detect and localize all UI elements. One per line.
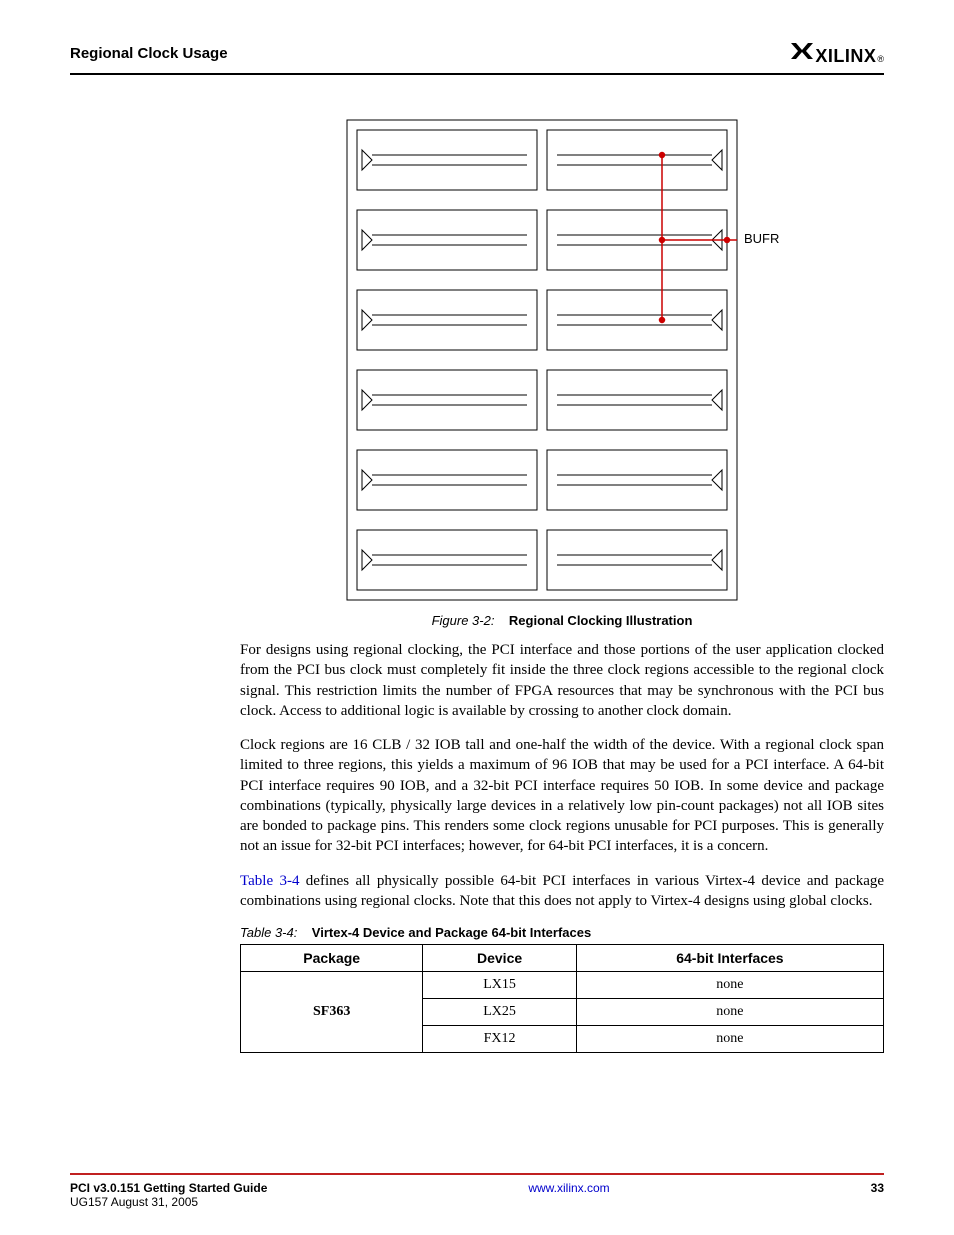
- table-3-4-link[interactable]: Table 3-4: [240, 873, 299, 889]
- section-title: Regional Clock Usage: [70, 45, 228, 62]
- page-footer: PCI v3.0.151 Getting Started Guide UG157…: [70, 1173, 884, 1209]
- xilinx-x-icon: [791, 40, 813, 62]
- paragraph-1: For designs using regional clocking, the…: [240, 640, 884, 721]
- doc-id: UG157 August 31, 2005: [70, 1195, 267, 1209]
- cell-interfaces: none: [576, 999, 883, 1026]
- col-interfaces: 64-bit Interfaces: [576, 945, 883, 972]
- cell-package: SF363: [241, 972, 423, 1053]
- cell-device: LX25: [423, 999, 577, 1026]
- brand-text: XILINX: [815, 46, 876, 67]
- paragraph-3: Table 3-4 defines all physically possibl…: [240, 871, 884, 912]
- page-number: 33: [871, 1181, 884, 1195]
- table-header-row: Package Device 64-bit Interfaces: [241, 945, 884, 972]
- main-content: BUFR Figure 3-2: Regional Clocking Illus…: [240, 115, 884, 1053]
- footer-url[interactable]: www.xilinx.com: [267, 1181, 870, 1195]
- figure-label: Figure 3-2:: [432, 613, 495, 628]
- bufr-label: BUFR: [744, 231, 779, 246]
- col-device: Device: [423, 945, 577, 972]
- paragraph-3-rest: defines all physically possible 64-bit P…: [240, 873, 884, 909]
- footer-left: PCI v3.0.151 Getting Started Guide UG157…: [70, 1181, 267, 1209]
- registered-mark: ®: [877, 54, 884, 64]
- cell-interfaces: none: [576, 1026, 883, 1053]
- cell-interfaces: none: [576, 972, 883, 999]
- doc-title: PCI v3.0.151 Getting Started Guide: [70, 1181, 267, 1195]
- table-row: SF363 LX15 none: [241, 972, 884, 999]
- cell-device: FX12: [423, 1026, 577, 1053]
- cell-device: LX15: [423, 972, 577, 999]
- table-title: Virtex-4 Device and Package 64-bit Inter…: [312, 925, 591, 940]
- table-3-4: Package Device 64-bit Interfaces SF363 L…: [240, 944, 884, 1053]
- regional-clocking-diagram: BUFR: [332, 115, 792, 605]
- table-caption: Table 3-4: Virtex-4 Device and Package 6…: [240, 925, 884, 940]
- figure-title: Regional Clocking Illustration: [509, 613, 692, 628]
- figure-3-2: BUFR Figure 3-2: Regional Clocking Illus…: [240, 115, 884, 628]
- table-label: Table 3-4:: [240, 925, 297, 940]
- page-header: Regional Clock Usage XILINX ®: [70, 40, 884, 75]
- col-package: Package: [241, 945, 423, 972]
- figure-caption: Figure 3-2: Regional Clocking Illustrati…: [240, 613, 884, 628]
- paragraph-2: Clock regions are 16 CLB / 32 IOB tall a…: [240, 735, 884, 857]
- brand-logo: XILINX ®: [791, 40, 884, 67]
